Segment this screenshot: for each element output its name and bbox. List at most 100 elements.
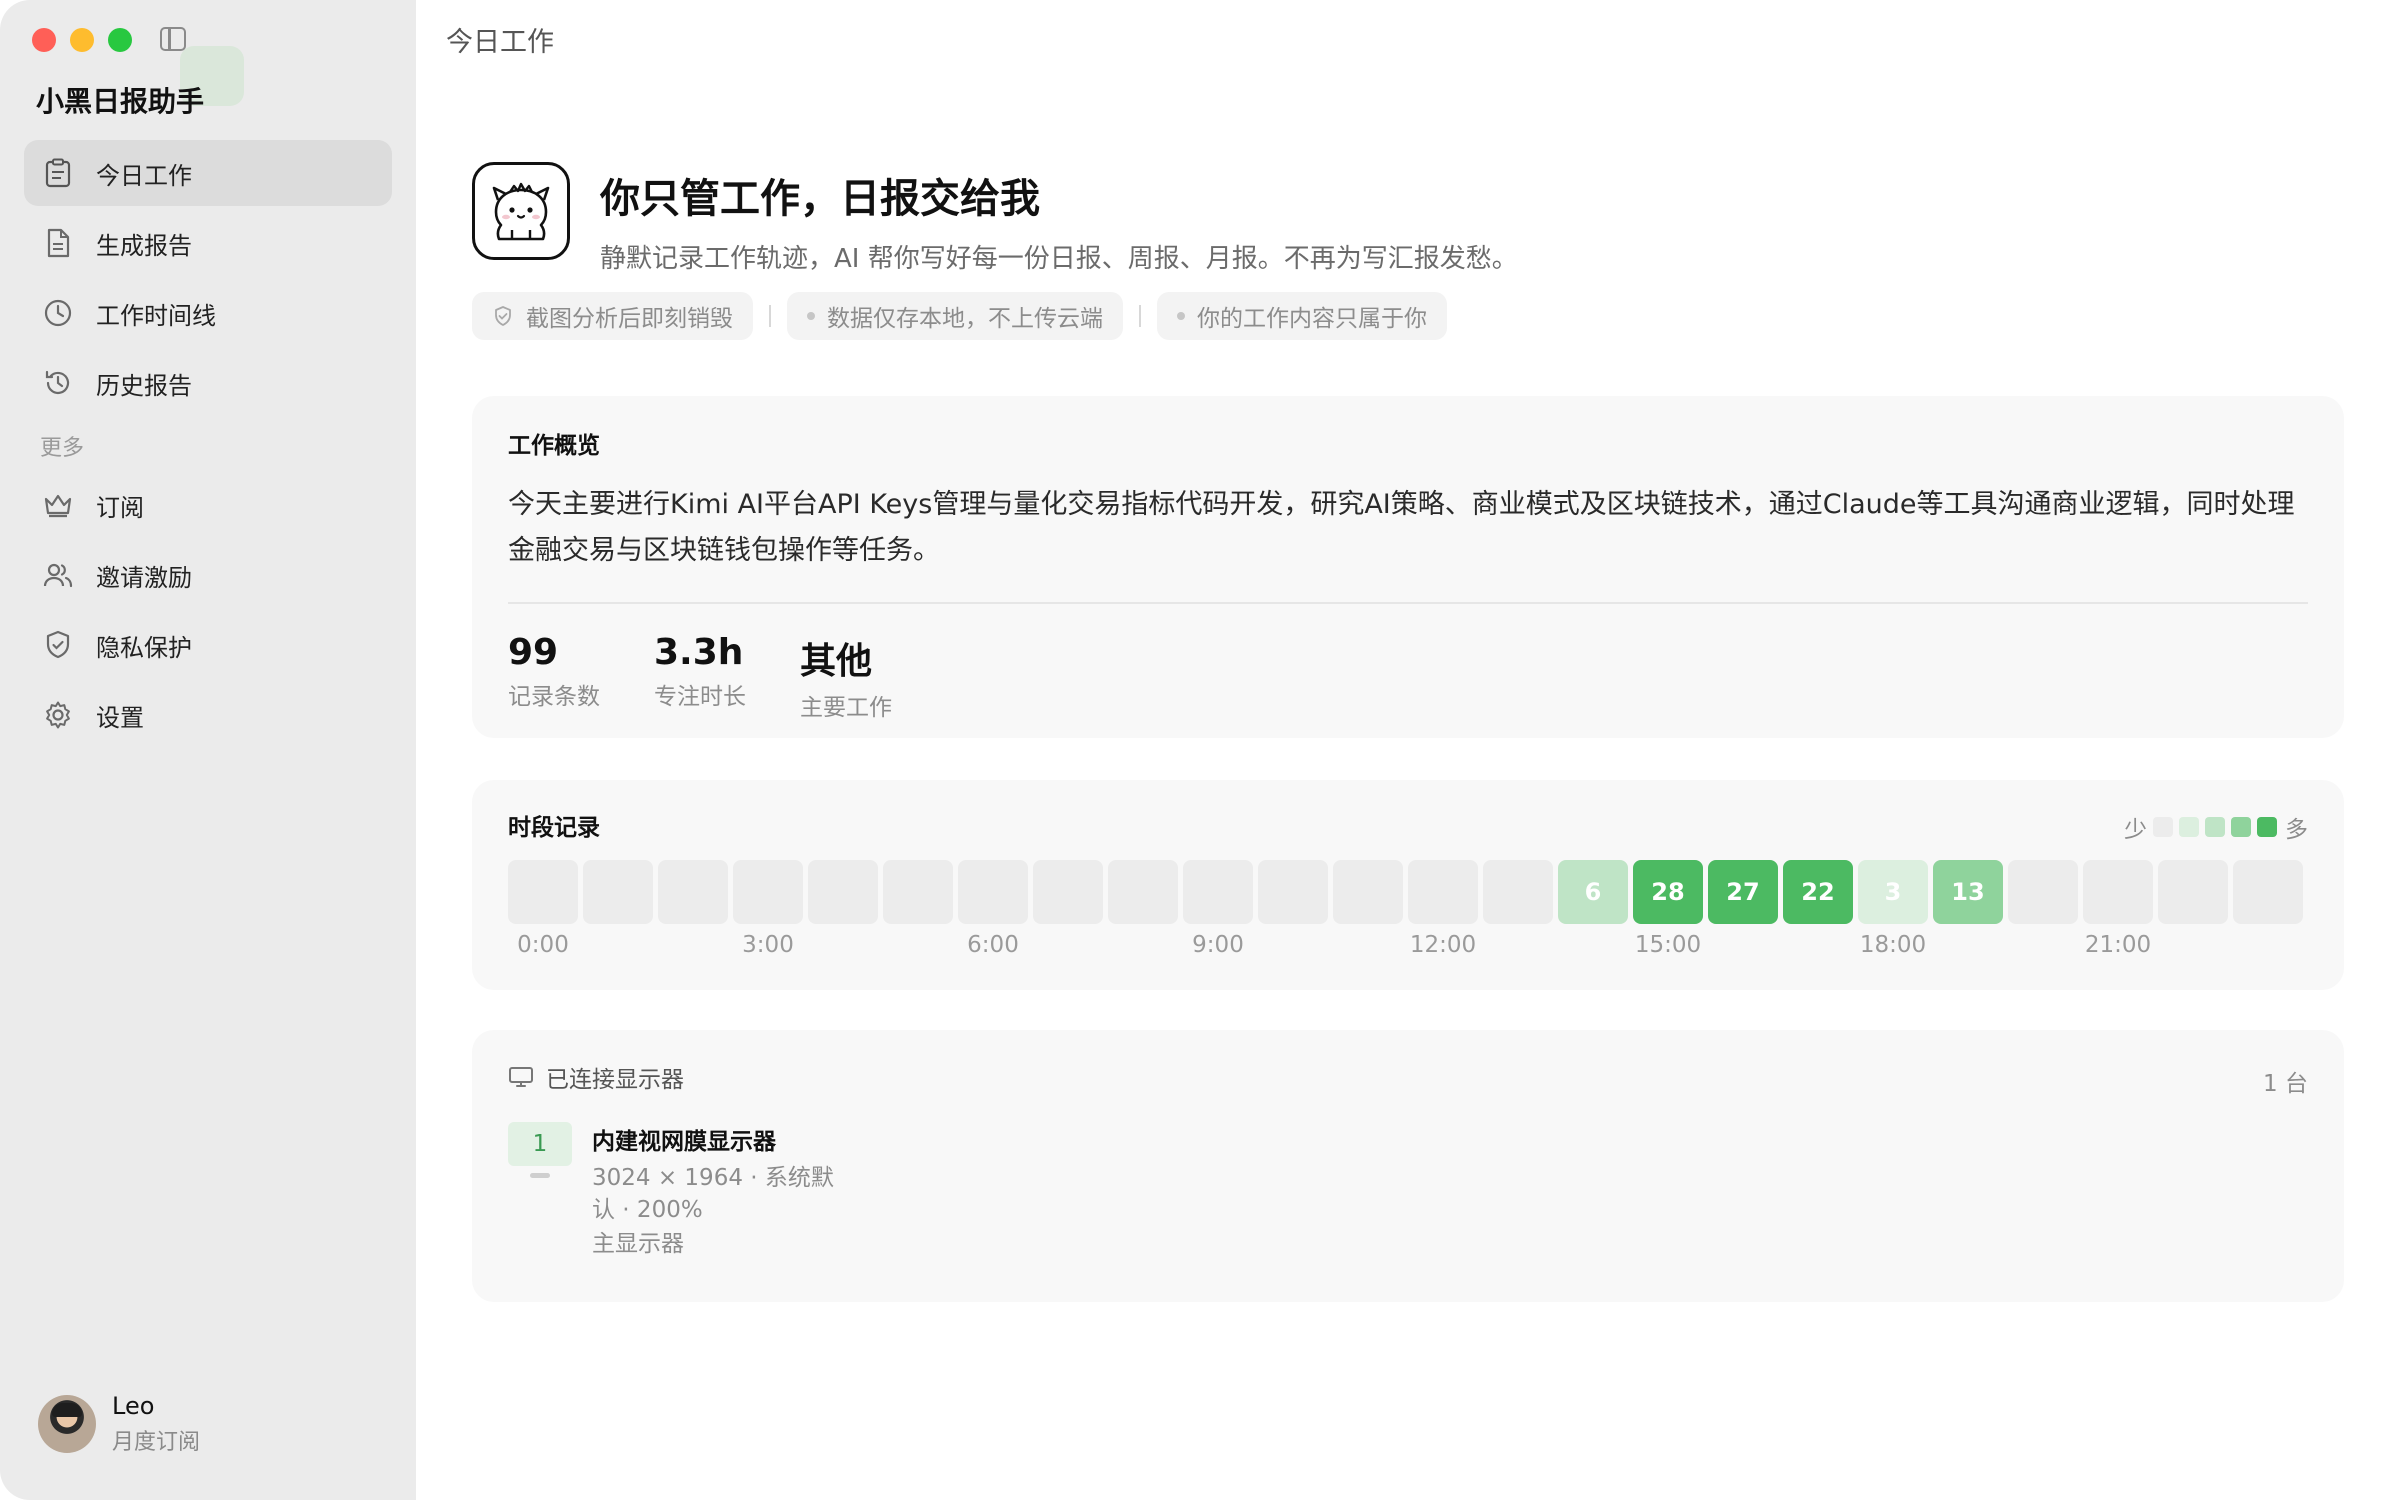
hour-slot-20[interactable] <box>2008 860 2078 924</box>
hour-slot-23[interactable] <box>2233 860 2303 924</box>
hour-slot-13[interactable] <box>1483 860 1553 924</box>
hero-title: 你只管工作，日报交给我 <box>600 176 1040 222</box>
hour-slot-1[interactable] <box>583 860 653 924</box>
sidebar-item-invite[interactable]: 邀请激励 <box>24 542 392 608</box>
minimize-window-button[interactable] <box>70 28 94 52</box>
hour-slot-6[interactable] <box>958 860 1028 924</box>
stat-label: 记录条数 <box>508 684 600 710</box>
sidebar-item-settings[interactable]: 设置 <box>24 682 392 748</box>
hour-slot-18[interactable]: 3 <box>1858 860 1928 924</box>
heat-legend: 少 多 <box>2124 810 2308 844</box>
hour-slot-7[interactable] <box>1033 860 1103 924</box>
hour-slot-0[interactable] <box>508 860 578 924</box>
privacy-tag-label: 数据仅存本地，不上传云端 <box>827 306 1103 332</box>
document-icon <box>42 227 74 259</box>
time-axis-label: 18:00 <box>1859 932 1927 958</box>
avatar <box>38 1395 96 1453</box>
display-index-badge: 1 <box>508 1122 572 1178</box>
history-icon <box>42 367 74 399</box>
time-axis-label: 21:00 <box>2084 932 2152 958</box>
monitor-icon <box>509 1067 533 1087</box>
close-window-button[interactable] <box>32 28 56 52</box>
hero-subtitle: 静默记录工作轨迹，AI 帮你写好每一份日报、周报、月报。不再为写汇报发愁。 <box>600 244 1518 274</box>
divider <box>508 602 2308 604</box>
display-meta: 3024 × 1964 · 系统默认 · 200% <box>592 1165 834 1223</box>
sidebar-item-label: 邀请激励 <box>96 563 192 592</box>
hour-slot-16[interactable]: 27 <box>1708 860 1778 924</box>
sidebar-item-privacy[interactable]: 隐私保护 <box>24 612 392 678</box>
sidebar-item-subscription[interactable]: 订阅 <box>24 472 392 538</box>
clock-icon <box>42 297 74 329</box>
hour-slot-22[interactable] <box>2158 860 2228 924</box>
privacy-tag-label: 你的工作内容只属于你 <box>1197 306 1427 332</box>
hour-slot-10[interactable] <box>1258 860 1328 924</box>
displays-title: 已连接显示器 <box>546 1067 684 1093</box>
sidebar-item-label: 历史报告 <box>96 371 192 400</box>
hour-slot-2[interactable] <box>658 860 728 924</box>
legend-swatch <box>2257 817 2277 837</box>
legend-high-label: 多 <box>2285 817 2308 843</box>
stat-value: 3.3h <box>654 632 744 673</box>
stat-label: 主要工作 <box>800 695 892 721</box>
hour-slot-4[interactable] <box>808 860 878 924</box>
hour-slot-21[interactable] <box>2083 860 2153 924</box>
hour-slot-17[interactable]: 22 <box>1783 860 1853 924</box>
users-icon <box>42 559 74 591</box>
hour-slot-19[interactable]: 13 <box>1933 860 2003 924</box>
stat-main-work: 其他 主要工作 <box>800 632 892 722</box>
user-profile[interactable]: Leo 月度订阅 <box>38 1392 200 1456</box>
timeline-title: 时段记录 <box>508 815 600 841</box>
sidebar-item-today[interactable]: 今日工作 <box>24 140 392 206</box>
overview-summary: 今天主要进行Kimi AI平台API Keys管理与量化交易指标代码开发，研究A… <box>508 489 2295 566</box>
overview-stats: 99 记录条数 3.3h 专注时长 其他 主要工作 <box>508 632 2308 722</box>
hour-bars: 6 28 27 22 3 13 <box>508 860 2303 924</box>
hour-slot-12[interactable] <box>1408 860 1478 924</box>
stat-label: 专注时长 <box>654 684 746 710</box>
zoom-window-button[interactable] <box>108 28 132 52</box>
display-role: 主显示器 <box>592 1231 684 1257</box>
privacy-tag-label: 截图分析后即刻销毁 <box>526 306 733 332</box>
time-slot-card: 时段记录 少 多 6 28 27 22 3 13 0:00 3:00 6:00 9:00 12:0… <box>472 780 2344 990</box>
hour-slot-9[interactable] <box>1183 860 1253 924</box>
sidebar-section-more: 更多 <box>40 436 85 461</box>
sidebar-item-history[interactable]: 历史报告 <box>24 350 392 416</box>
hour-slot-5[interactable] <box>883 860 953 924</box>
shield-icon <box>42 629 74 661</box>
legend-low-label: 少 <box>2124 817 2147 843</box>
bullet-dot-icon <box>1177 312 1185 320</box>
time-axis-label: 15:00 <box>1634 932 1702 958</box>
time-axis-label: 6:00 <box>967 932 1019 958</box>
hour-slot-15[interactable]: 28 <box>1633 860 1703 924</box>
sidebar-item-timeline[interactable]: 工作时间线 <box>24 280 392 346</box>
page-title: 今日工作 <box>446 27 554 58</box>
window-controls <box>32 28 132 52</box>
bullet-dot-icon <box>807 312 815 320</box>
hour-slot-11[interactable] <box>1333 860 1403 924</box>
hour-slot-14[interactable]: 6 <box>1558 860 1628 924</box>
tag-divider <box>1139 305 1141 327</box>
hour-slot-8[interactable] <box>1108 860 1178 924</box>
sidebar-toggle-icon[interactable] <box>160 27 186 51</box>
sidebar-item-label: 生成报告 <box>96 231 192 260</box>
stat-records: 99 记录条数 <box>508 632 600 722</box>
legend-swatch <box>2231 817 2251 837</box>
gear-icon <box>42 699 74 731</box>
legend-swatch <box>2205 817 2225 837</box>
privacy-tag: 截图分析后即刻销毁 <box>472 292 753 340</box>
privacy-tag: 数据仅存本地，不上传云端 <box>787 292 1123 340</box>
display-name: 内建视网膜显示器 <box>592 1129 776 1155</box>
displays-count: 1 台 <box>2263 1071 2308 1097</box>
stat-value: 其他 <box>800 641 873 682</box>
privacy-tag: 你的工作内容只属于你 <box>1157 292 1447 340</box>
sidebar-item-label: 今日工作 <box>96 161 192 190</box>
app-name: 小黑日报助手 <box>36 85 205 118</box>
sidebar-item-generate[interactable]: 生成报告 <box>24 210 392 276</box>
hour-slot-3[interactable] <box>733 860 803 924</box>
connected-displays-card: 已连接显示器 1 台 1 内建视网膜显示器 3024 × 1964 · 系统默认… <box>472 1030 2344 1302</box>
user-name: Leo <box>112 1392 155 1420</box>
displays-header: 已连接显示器 <box>508 1060 2308 1094</box>
legend-swatch <box>2179 817 2199 837</box>
main-content: 今日工作 你只管工作，日报交给我 静默记录工作轨迹，AI 帮你写好每一份日报、周 <box>416 0 2400 1500</box>
work-overview-card: 工作概览 今天主要进行Kimi AI平台API Keys管理与量化交易指标代码开… <box>472 396 2344 738</box>
sidebar: 小黑日报助手 今日工作 生成报告 工作时间线 历史报告 更多 订阅 邀请激励 隐… <box>0 0 416 1500</box>
